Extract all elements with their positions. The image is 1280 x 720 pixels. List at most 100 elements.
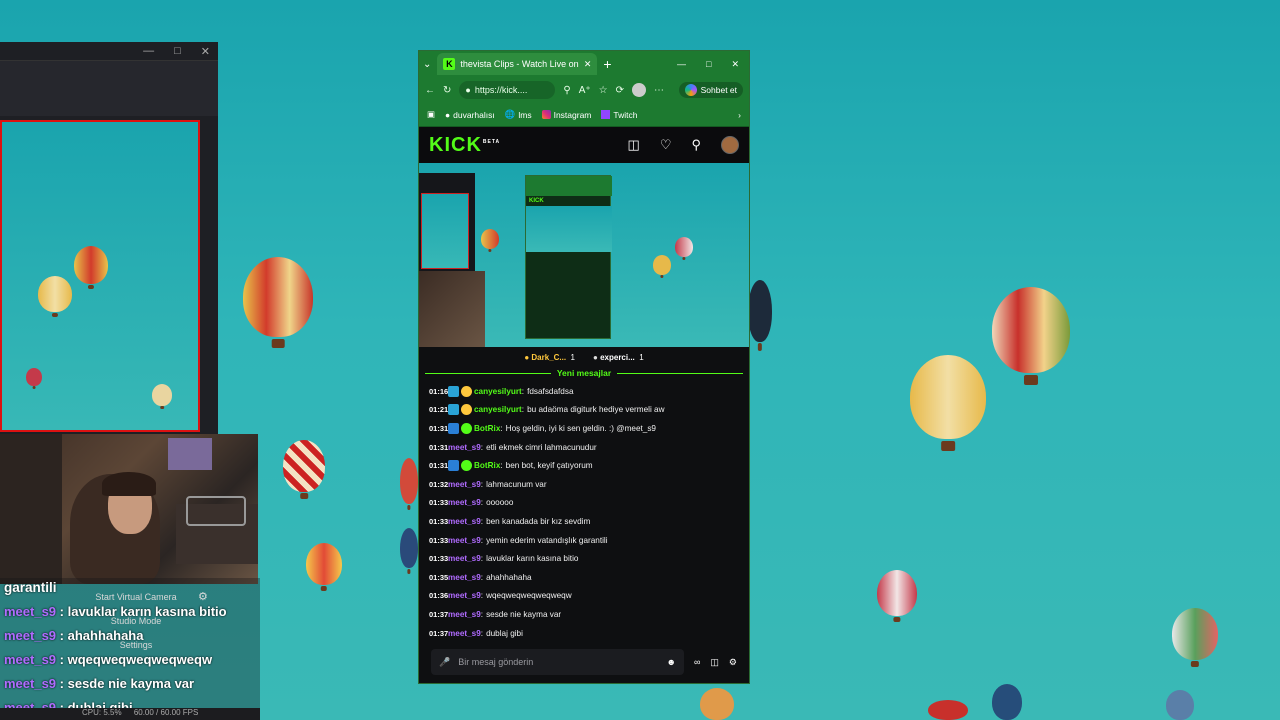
chat-username[interactable]: meet_s9	[448, 573, 481, 582]
chat-timestamp: 01:36	[429, 591, 449, 601]
balloon	[992, 684, 1022, 720]
bookmark-instagram[interactable]: Instagram	[541, 110, 591, 120]
chat-username[interactable]: meet_s9	[448, 498, 481, 507]
lock-icon: ●	[465, 85, 471, 95]
profile-icon[interactable]	[632, 83, 647, 97]
gear-icon[interactable]: ⚙	[198, 590, 208, 603]
read-aloud-icon[interactable]: A⁺	[579, 85, 591, 96]
globe-icon: 🌐	[504, 109, 516, 119]
kick-header: KICKBETA ◫ ♡ ⚲	[419, 127, 749, 163]
chat-message[interactable]: 01:35 meet_s9: ahahhahaha	[429, 568, 739, 587]
close-icon[interactable]: ✕	[201, 45, 210, 58]
chat-username[interactable]: BotRix	[474, 461, 500, 470]
heart-icon[interactable]: ♡	[660, 137, 672, 153]
chat-message[interactable]: 01:31 BotRix: Hoş geldin, iyi ki sen geldi…	[429, 419, 739, 438]
close-tab-icon[interactable]: ✕	[584, 59, 592, 70]
chat-username[interactable]: meet_s9	[448, 517, 481, 526]
chat-timestamp: 01:21	[429, 405, 449, 415]
chat-username[interactable]: meet_s9	[448, 629, 481, 638]
chat-settings-icon[interactable]: ⚙	[729, 657, 737, 668]
chat-input[interactable]: 🎤 Bir mesaj gönderin ☻	[431, 649, 684, 675]
minimize-icon[interactable]: —	[143, 45, 154, 57]
balloon	[481, 229, 499, 249]
emoji-icon[interactable]: ☻	[667, 657, 676, 667]
chat-text: oooooo	[486, 498, 514, 508]
instagram-icon	[541, 110, 551, 119]
obs-preview-canvas[interactable]	[0, 120, 200, 432]
chat-username[interactable]: canyesilyurt	[474, 387, 522, 396]
viewer-item[interactable]: ● experci... 1	[593, 353, 644, 362]
obs-toolbar	[0, 60, 218, 116]
chat-message[interactable]: 01:33 meet_s9: oooooo	[429, 494, 739, 513]
tab-title: thevista Clips - Watch Live on Kick	[460, 59, 579, 69]
copilot-icon	[684, 84, 697, 96]
chat-username[interactable]: canyesilyurt	[474, 405, 522, 414]
balloon	[1166, 690, 1194, 720]
obs-titlebar: — □ ✕	[0, 42, 218, 60]
user-badge-icon	[461, 422, 472, 434]
tab-actions-icon[interactable]: ⌄	[423, 59, 431, 70]
refresh-icon[interactable]: ↻	[443, 85, 451, 96]
chat-message[interactable]: 01:37 meet_s9: sesde nie kayma var	[429, 605, 739, 624]
address-bar: ← ↻ ● https://kick.... ⚲ A⁺ ☆ ⟳ ⋯ Sohbet…	[419, 77, 749, 103]
chat-message[interactable]: 01:16 canyesilyurt: fdsafsdafdsa	[429, 382, 739, 401]
chat-message[interactable]: 01:33 meet_s9: yemin ederim vatandışlık ga…	[429, 531, 739, 550]
chat-message[interactable]: 01:33 meet_s9: ben kanadada bir kız sevdim	[429, 512, 739, 531]
chat-text: lahmacunum var	[486, 479, 547, 489]
chat-message[interactable]: 01:32 meet_s9: lahmacunum var	[429, 475, 739, 494]
chat-username[interactable]: meet_s9	[448, 554, 481, 563]
back-icon[interactable]: ←	[425, 85, 435, 96]
new-tab-icon[interactable]: +	[603, 56, 611, 72]
chat-message[interactable]: 01:33 meet_s9: lavuklar karın kasına bitio	[429, 549, 739, 568]
kick-logo[interactable]: KICKBETA	[429, 134, 500, 157]
chat-message[interactable]: 01:37 meet_s9: dublaj gibi	[429, 624, 739, 643]
chat-timestamp: 01:33	[429, 554, 449, 564]
chat-username[interactable]: meet_s9	[448, 443, 481, 452]
overlay-line: meet_s9 : wqeqweqweqweqweqw	[4, 652, 213, 667]
chat-message[interactable]: 01:21 canyesilyurt: bu adaöma digiturk hed…	[429, 401, 739, 420]
bookmark-twitch[interactable]: Twitch	[601, 110, 637, 120]
chat-message[interactable]: 01:36 meet_s9: wqeqweqweqweqweqw	[429, 587, 739, 606]
chat-message[interactable]: 01:31 BotRix: ben bot, keyif çatıyorum	[429, 456, 739, 475]
zoom-icon[interactable]: ⚲	[563, 85, 570, 96]
chat-username[interactable]: meet_s9	[448, 536, 481, 545]
chat-message[interactable]: 01:31 meet_s9: etli ekmek cimri lahmacunud…	[429, 438, 739, 457]
bookmark-lms[interactable]: 🌐 lms	[505, 109, 532, 120]
tab-icon[interactable]: ▣	[427, 109, 435, 120]
chat-timestamp: 01:33	[429, 516, 449, 526]
chevron-right-icon[interactable]: ›	[738, 110, 741, 120]
extensions-icon[interactable]: ⟳	[616, 85, 624, 96]
bookmarks-bar: ▣ ● duvarhalısı 🌐 lms Instagram Twitch ›	[419, 103, 749, 127]
bookmark-duvarhalisi[interactable]: ● duvarhalısı	[445, 110, 495, 120]
chat-text: lavuklar karın kasına bitio	[486, 554, 579, 564]
search-icon[interactable]: ⚲	[691, 137, 701, 153]
balloon	[675, 237, 693, 257]
shop-icon[interactable]: ◫	[710, 657, 719, 668]
more-icon[interactable]: ⋯	[654, 85, 664, 96]
copilot-button[interactable]: Sohbet et	[678, 82, 743, 98]
user-avatar[interactable]	[721, 136, 739, 154]
maximize-icon[interactable]: □	[706, 59, 711, 70]
close-icon[interactable]: ✕	[731, 59, 739, 70]
viewer-item[interactable]: ● Dark_C... 1	[524, 353, 575, 362]
balloon	[74, 246, 108, 284]
tab-kick[interactable]: K thevista Clips - Watch Live on Kick ✕	[437, 53, 598, 75]
balloon	[38, 276, 72, 312]
url-field[interactable]: ● https://kick....	[459, 81, 556, 99]
chat-text: ben bot, keyif çatıyorum	[505, 461, 593, 471]
chat-username[interactable]: BotRix	[474, 424, 500, 433]
balloon	[653, 255, 671, 275]
obs-start-virtual-camera[interactable]: Start Virtual Camera	[58, 592, 214, 602]
maximize-icon[interactable]: □	[174, 45, 181, 57]
chat-text: sesde nie kayma var	[486, 609, 562, 619]
microphone-icon[interactable]: 🎤	[439, 657, 450, 668]
chat-username[interactable]: meet_s9	[448, 591, 481, 600]
minimize-icon[interactable]: —	[677, 59, 686, 70]
stream-player[interactable]: KICK	[419, 163, 749, 347]
points-icon[interactable]: ∞	[694, 657, 700, 667]
balloon	[1172, 608, 1218, 660]
chat-username[interactable]: meet_s9	[448, 610, 481, 619]
store-icon[interactable]: ◫	[628, 137, 640, 153]
favorite-icon[interactable]: ☆	[599, 85, 608, 96]
chat-username[interactable]: meet_s9	[448, 480, 481, 489]
